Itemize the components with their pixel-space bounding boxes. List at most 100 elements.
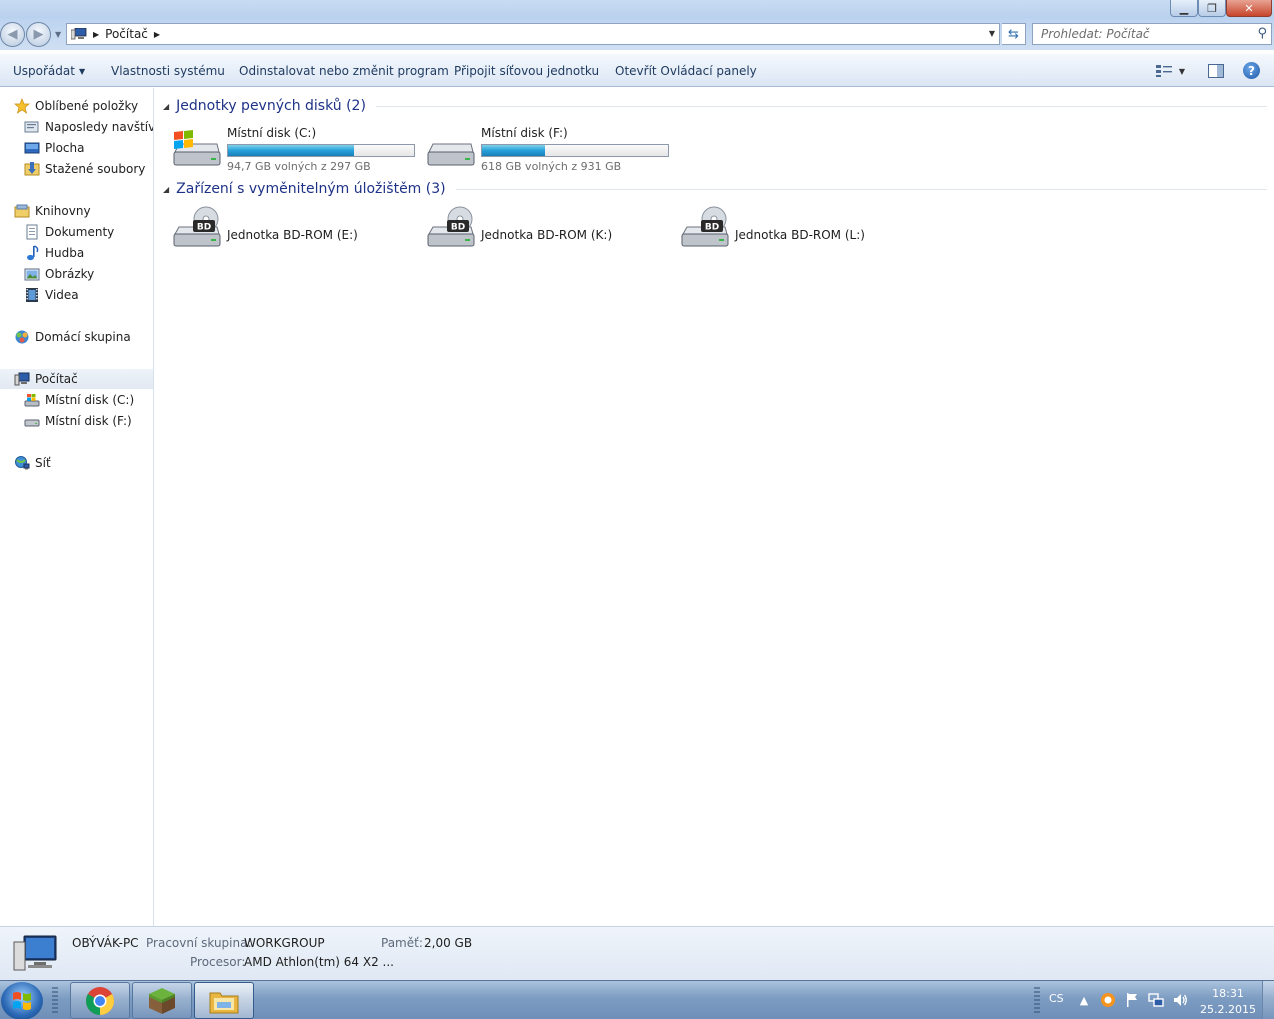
computer-icon xyxy=(71,28,87,40)
sidebar-item-videos[interactable]: Videa xyxy=(24,285,79,305)
sidebar-item-homegroup[interactable]: Domácí skupina xyxy=(14,327,131,347)
sidebar-item-network[interactable]: Síť xyxy=(14,453,51,473)
libraries-icon xyxy=(14,203,30,219)
navigation-bar: ◀ ▶ ▼ ▶ Počítač ▶ ▼ ⇆ ⚲ xyxy=(0,18,1274,50)
processor-label: Procesor: xyxy=(190,955,246,969)
drive-tile-bd-e[interactable]: BD Jednotka BD-ROM (E:) xyxy=(171,204,421,256)
organize-button[interactable]: Uspořádat ▼ xyxy=(13,64,85,78)
memory-label: Paměť: xyxy=(381,936,423,950)
address-bar[interactable]: ▶ Počítač ▶ ▼ xyxy=(66,23,1000,45)
bd-badge: BD xyxy=(197,223,211,233)
windows-drive-icon xyxy=(24,392,40,408)
system-properties-button[interactable]: Vlastnosti systému xyxy=(111,64,225,78)
preview-pane-button[interactable] xyxy=(1207,62,1225,80)
drive-tile-f[interactable]: Místní disk (F:) 618 GB volných z 931 GB xyxy=(425,124,675,176)
search-box[interactable]: ⚲ xyxy=(1032,23,1272,45)
refresh-icon: ⇆ xyxy=(1008,26,1019,42)
sidebar-item-favorites[interactable]: Oblíbené položky xyxy=(14,96,138,116)
sidebar-item-label: Dokumenty xyxy=(45,225,115,239)
group-header-hard-drives[interactable]: ◢ Jednotky pevných disků (2) xyxy=(163,96,1267,116)
show-desktop-button[interactable] xyxy=(1262,981,1274,1019)
homegroup-icon xyxy=(14,329,30,345)
documents-icon xyxy=(24,224,40,240)
drive-tile-bd-k[interactable]: BD Jednotka BD-ROM (K:) xyxy=(425,204,675,256)
drive-free-space: 94,7 GB volných z 297 GB xyxy=(227,160,371,173)
group-title: Zařízení s vyměnitelným úložištěm (3) xyxy=(176,181,446,197)
network-status-icon[interactable] xyxy=(1148,992,1164,1008)
group-divider xyxy=(375,105,1267,107)
input-language-indicator[interactable]: CS xyxy=(1049,992,1064,1005)
minimize-button[interactable]: ▁ xyxy=(1170,0,1198,17)
hard-drive-icon xyxy=(427,143,475,166)
organize-label: Uspořádat xyxy=(13,64,75,78)
search-input[interactable] xyxy=(1033,24,1243,44)
taskbar-grip[interactable] xyxy=(52,987,58,1013)
sidebar-item-desktop[interactable]: Plocha xyxy=(24,138,84,158)
tray-grip[interactable] xyxy=(1034,987,1040,1013)
open-control-panel-button[interactable]: Otevřít Ovládací panely xyxy=(615,64,757,78)
sidebar-item-local-disk-f[interactable]: Místní disk (F:) xyxy=(24,411,132,431)
hard-drive-icon xyxy=(24,413,40,429)
address-history-chevron-icon[interactable]: ▼ xyxy=(989,29,995,38)
drive-tile-bd-l[interactable]: BD Jednotka BD-ROM (L:) xyxy=(679,204,929,256)
search-icon[interactable]: ⚲ xyxy=(1257,26,1267,41)
volume-icon[interactable] xyxy=(1172,992,1188,1008)
start-button[interactable] xyxy=(1,982,43,1019)
forward-button[interactable]: ▶ xyxy=(26,22,51,47)
desktop-icon xyxy=(24,140,40,156)
change-view-button[interactable]: ▼ xyxy=(1152,62,1188,80)
taskbar-app-explorer[interactable] xyxy=(194,982,254,1019)
group-header-removable[interactable]: ◢ Zařízení s vyměnitelným úložištěm (3) xyxy=(163,179,1267,199)
action-center-flag-icon[interactable] xyxy=(1124,992,1140,1008)
drive-name: Jednotka BD-ROM (E:) xyxy=(227,228,358,242)
drive-usage-fill xyxy=(482,145,546,156)
show-hidden-icons-chevron-icon[interactable]: ▲ xyxy=(1076,992,1092,1008)
chevron-down-icon: ▼ xyxy=(1178,66,1186,76)
bd-rom-drive-icon: BD xyxy=(427,206,475,247)
taskbar: CS ▲ 18:31 25.2.2015 xyxy=(0,980,1274,1019)
collapse-triangle-icon[interactable]: ◢ xyxy=(163,102,169,111)
pictures-icon xyxy=(24,266,40,282)
refresh-button[interactable]: ⇆ xyxy=(1002,23,1026,45)
bd-rom-drive-icon: BD xyxy=(173,206,221,247)
taskbar-app-minecraft[interactable] xyxy=(132,982,192,1019)
group-title: Jednotky pevných disků (2) xyxy=(176,98,366,114)
sidebar-item-recent-places[interactable]: Naposledy navštíver xyxy=(24,117,153,137)
drive-name: Jednotka BD-ROM (L:) xyxy=(735,228,865,242)
system-clock[interactable]: 18:31 25.2.2015 xyxy=(1198,986,1258,1018)
sidebar-item-downloads[interactable]: Stažené soubory xyxy=(24,159,145,179)
sidebar-item-computer[interactable]: Počítač xyxy=(0,369,153,389)
close-button[interactable]: ✕ xyxy=(1226,0,1272,17)
drive-name: Jednotka BD-ROM (K:) xyxy=(481,228,613,242)
breadcrumb-separator-icon[interactable]: ▶ xyxy=(154,30,160,39)
avast-icon[interactable] xyxy=(1100,992,1116,1008)
sidebar-item-local-disk-c[interactable]: Místní disk (C:) xyxy=(24,390,134,410)
collapse-triangle-icon[interactable]: ◢ xyxy=(163,185,169,194)
group-divider xyxy=(455,188,1267,190)
sidebar-item-label: Videa xyxy=(45,288,79,302)
map-network-drive-button[interactable]: Připojit síťovou jednotku xyxy=(454,64,599,78)
drive-name: Místní disk (F:) xyxy=(481,126,568,140)
help-icon[interactable]: ? xyxy=(1243,62,1260,79)
breadcrumb-computer[interactable]: Počítač xyxy=(105,27,148,41)
star-icon xyxy=(14,98,30,114)
window-controls: ▁ ❐ ✕ xyxy=(1170,0,1272,17)
back-arrow-icon: ◀ xyxy=(7,27,18,42)
bd-rom-drive-icon: BD xyxy=(681,206,729,247)
maximize-button[interactable]: ❐ xyxy=(1198,0,1226,17)
sidebar-item-label: Domácí skupina xyxy=(35,330,131,344)
sidebar-item-libraries[interactable]: Knihovny xyxy=(14,201,91,221)
drive-tile-c[interactable]: Místní disk (C:) 94,7 GB volných z 297 G… xyxy=(171,124,421,176)
sidebar-item-documents[interactable]: Dokumenty xyxy=(24,222,114,242)
explorer-folder-icon xyxy=(209,992,239,1013)
sidebar-item-music[interactable]: Hudba xyxy=(24,243,84,263)
breadcrumb-separator-icon[interactable]: ▶ xyxy=(93,30,99,39)
details-pane: OBÝVÁK-PC Pracovní skupina: WORKGROUP Pa… xyxy=(0,926,1274,980)
taskbar-app-chrome[interactable] xyxy=(70,982,130,1019)
sidebar-item-pictures[interactable]: Obrázky xyxy=(24,264,94,284)
uninstall-program-button[interactable]: Odinstalovat nebo změnit program xyxy=(239,64,449,78)
drive-free-space: 618 GB volných z 931 GB xyxy=(481,160,622,173)
recent-pages-chevron-icon[interactable]: ▼ xyxy=(55,30,61,39)
back-button[interactable]: ◀ xyxy=(0,22,25,47)
clock-date: 25.2.2015 xyxy=(1200,1003,1256,1016)
